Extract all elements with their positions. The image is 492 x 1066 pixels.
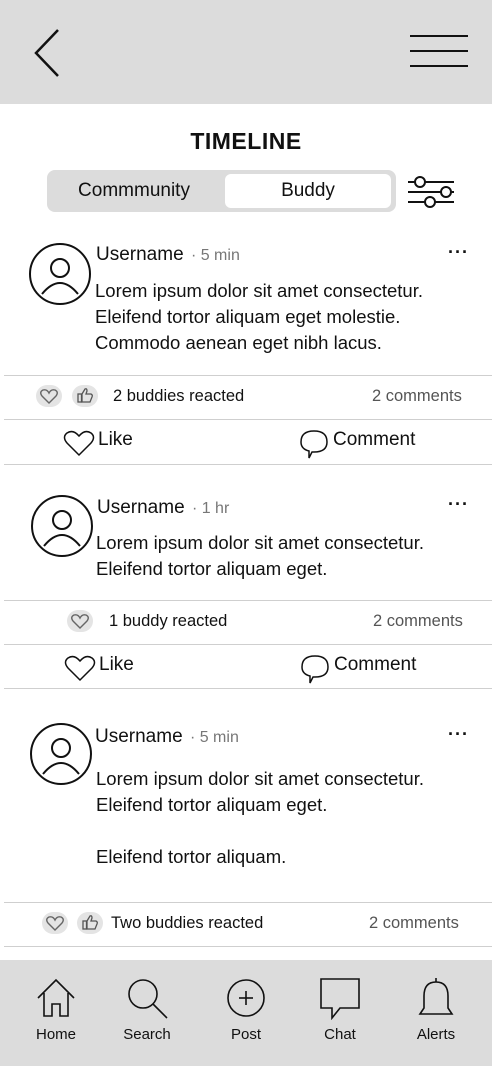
thumbs-up-reaction-icon [77, 912, 103, 934]
speech-bubble-icon [301, 655, 329, 684]
more-options-button[interactable]: ··· [448, 724, 469, 745]
thumbs-up-reaction-icon [72, 385, 98, 407]
more-options-button[interactable]: ··· [448, 242, 469, 263]
comment-button[interactable]: Comment [299, 426, 439, 459]
back-button[interactable] [28, 26, 68, 80]
sliders-icon [408, 176, 454, 208]
post-body-line: Commodo aenean eget nibh lacus. [95, 332, 382, 353]
post-body: Lorem ipsum dolor sit amet consectetur. … [96, 766, 424, 870]
tab-community[interactable]: Commmunity [55, 174, 213, 208]
post-author[interactable]: Username · 5 min [95, 726, 239, 748]
post-body-line: Eleifend tortor aliquam eget molestie. [95, 306, 401, 327]
bottom-navigation: Home Search Post Chat Alerts [0, 960, 492, 1066]
post-time: · 5 min [190, 247, 240, 264]
post-author[interactable]: Username · 5 min [96, 244, 240, 266]
home-icon [37, 978, 75, 1017]
more-options-button[interactable]: ··· [448, 494, 469, 515]
reaction-count: 2 buddies reacted [113, 387, 245, 405]
post-body-line: Eleifend tortor aliquam eget. [96, 794, 328, 815]
comment-button[interactable]: Comment [300, 651, 440, 684]
like-label: Like [98, 429, 133, 450]
top-bar [0, 0, 492, 104]
post-body-line: Eleifend tortor aliquam eget. [96, 558, 328, 579]
post-body-line: Eleifend tortor aliquam. [96, 846, 287, 867]
reaction-summary[interactable]: 1 buddy reacted 2 comments [0, 600, 492, 644]
post-body: Lorem ipsum dolor sit amet consectetur. … [96, 530, 424, 582]
bell-icon [418, 978, 454, 1015]
page-title: TIMELINE [190, 128, 302, 154]
post-body: Lorem ipsum dolor sit amet consectetur. … [95, 278, 423, 356]
comment-count[interactable]: 2 comments [373, 612, 463, 631]
like-button[interactable]: Like [63, 651, 173, 683]
reaction-summary[interactable]: Two buddies reacted 2 comments [0, 902, 492, 946]
reaction-count: 1 buddy reacted [109, 612, 228, 630]
nav-search-label: Search [123, 1026, 171, 1043]
tab-buddy[interactable]: Buddy [225, 174, 391, 208]
menu-button[interactable] [406, 32, 472, 72]
avatar[interactable] [28, 242, 92, 306]
comment-count[interactable]: 2 comments [369, 914, 459, 933]
post-author[interactable]: Username · 1 hr [97, 497, 229, 519]
reaction-summary[interactable]: 2 buddies reacted 2 comments [0, 375, 492, 419]
tab-switcher: Commmunity Buddy [47, 170, 396, 212]
username[interactable]: Username [96, 244, 184, 265]
username[interactable]: Username [95, 726, 183, 747]
chat-icon [320, 978, 360, 1020]
nav-home-label: Home [35, 1026, 76, 1043]
heart-icon [63, 430, 95, 457]
heart-reaction-icon [36, 385, 62, 407]
nav-post[interactable]: Post [206, 960, 286, 1060]
avatar[interactable] [29, 722, 93, 786]
post-time: · 1 hr [191, 500, 230, 517]
plus-circle-icon [227, 979, 265, 1017]
reaction-count: Two buddies reacted [111, 914, 264, 932]
divider [4, 688, 492, 689]
comment-label: Comment [334, 654, 417, 675]
filter-button[interactable] [404, 174, 458, 210]
divider [4, 464, 492, 465]
search-icon [128, 979, 168, 1019]
comment-count[interactable]: 2 comments [372, 387, 462, 406]
nav-chat-label: Chat [324, 1026, 356, 1043]
username[interactable]: Username [97, 497, 185, 518]
chevron-left-icon [34, 29, 59, 77]
divider [4, 946, 492, 947]
post-time: · 5 min [189, 729, 239, 746]
heart-reaction-icon [42, 912, 68, 934]
comment-label: Comment [333, 429, 416, 450]
like-label: Like [99, 654, 134, 675]
post-body-line: Lorem ipsum dolor sit amet consectetur. [95, 280, 424, 301]
avatar[interactable] [30, 494, 94, 558]
nav-alerts-label: Alerts [416, 1026, 456, 1043]
hamburger-menu-icon [410, 35, 468, 67]
nav-post-label: Post [230, 1026, 261, 1043]
nav-chat[interactable]: Chat [300, 960, 380, 1060]
speech-bubble-icon [300, 430, 328, 459]
heart-reaction-icon [67, 610, 93, 632]
post-body-line [96, 818, 424, 844]
nav-alerts[interactable]: Alerts [396, 960, 476, 1060]
nav-home[interactable]: Home [16, 960, 96, 1060]
post-body-line: Lorem ipsum dolor sit amet consectetur. [96, 532, 425, 553]
heart-icon [64, 655, 96, 682]
divider [4, 644, 492, 645]
divider [4, 419, 492, 420]
like-button[interactable]: Like [62, 426, 172, 458]
post-body-line: Lorem ipsum dolor sit amet consectetur. [96, 768, 425, 789]
nav-search[interactable]: Search [107, 960, 187, 1060]
